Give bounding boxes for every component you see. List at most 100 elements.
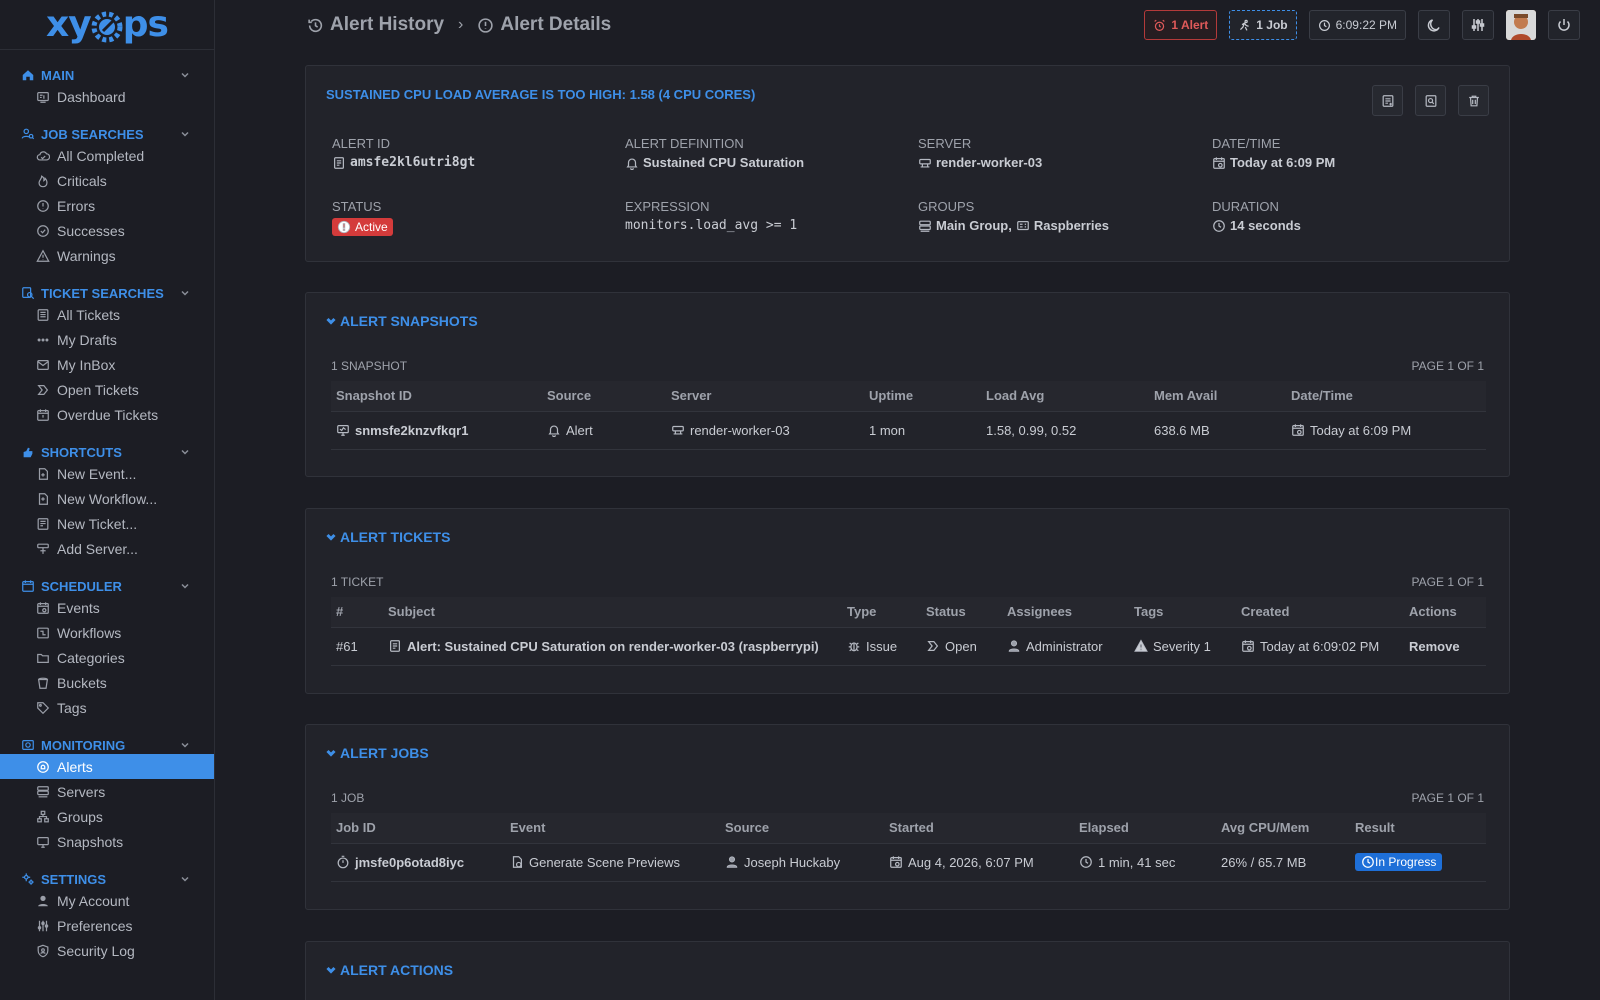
field-value: 14 seconds [1212,218,1301,233]
column-header: Source [720,813,884,844]
sidebar-item-buckets[interactable]: Buckets [0,670,214,695]
sidebar-item-warnings[interactable]: Warnings [0,243,214,268]
sidebar-item-preferences[interactable]: Preferences [0,913,214,938]
header: Alert History › Alert Details 1 Alert 1 … [215,0,1600,50]
sidebar-item-new-workflow[interactable]: New Workflow... [0,486,214,511]
sidebar-item-tags[interactable]: Tags [0,695,214,720]
field-label: Expression [625,199,710,214]
logo[interactable]: xy ps [0,0,214,50]
tickets-toggle[interactable]: Alert Tickets [326,529,450,545]
create-ticket-button[interactable] [1372,85,1403,116]
sidebar-item-all-tickets[interactable]: All Tickets [0,302,214,327]
user-icon [1007,639,1021,653]
snapshot-server-link[interactable]: render-worker-03 [671,423,864,438]
alert-snapshots-box: Alert Snapshots 1 Snapshot Page 1 of 1 S… [305,292,1510,477]
elapsed-text: 1 min, 41 sec [1098,854,1176,870]
chevron-right-icon: › [458,16,464,33]
sidebar-item-events[interactable]: Events [0,595,214,620]
actions-toggle[interactable]: Alert Actions [326,962,453,978]
sidebar-item-my-account[interactable]: My Account [0,888,214,913]
sidebar-item-security-log[interactable]: Security Log [0,938,214,963]
sidebar-item-criticals[interactable]: Criticals [0,168,214,193]
scheduler-icon [21,579,35,593]
sidebar-section-header[interactable]: Scheduler [0,577,214,595]
sidebar-item-add-server[interactable]: Add Server... [0,536,214,561]
sidebar-section-header[interactable]: Main [0,66,214,84]
dark-mode-button[interactable] [1418,10,1450,40]
field-value: Main Group, Raspberries [918,218,1109,233]
sidebar-item-groups[interactable]: Groups [0,804,214,829]
sidebar-item-open-tickets[interactable]: Open Tickets [0,377,214,402]
column-header: Status [921,597,1002,628]
avatar[interactable] [1506,10,1536,40]
load-avg-cell: 1.58, 0.99, 0.52 [981,411,1149,450]
search-jobs-button[interactable] [1415,85,1446,116]
field-value: Today at 6:09 PM [1212,155,1335,170]
jobs-toggle[interactable]: Alert Jobs [326,745,429,761]
check-circle-icon [36,224,50,238]
job-id-link[interactable]: jmsfe0p6otad8iyc [336,855,505,870]
sidebar-item-label: Dashboard [57,88,126,105]
sidebar-item-snapshots[interactable]: Snapshots [0,829,214,854]
sidebar-item-label: Events [57,599,100,616]
alarm-icon [1153,19,1166,32]
jobs-button[interactable]: 1 Job [1229,10,1297,40]
field-alert-definition: Alert Definition Sustained CPU Saturatio… [625,136,804,170]
remove-ticket-button[interactable]: Remove [1404,627,1486,666]
job-search-icon [21,127,35,141]
clock-display: 6:09:22 PM [1308,10,1406,40]
calendar-icon [36,601,50,615]
sidebar-item-successes[interactable]: Successes [0,218,214,243]
sidebar-item-servers[interactable]: Servers [0,779,214,804]
group-link-raspberries[interactable]: Raspberries [1034,218,1109,233]
sidebar-item-categories[interactable]: Categories [0,645,214,670]
sidebar-section-header[interactable]: Shortcuts [0,443,214,461]
sidebar-item-alerts[interactable]: Alerts [0,754,214,779]
sidebar-section-title: Job Searches [41,126,144,142]
settings-sliders-button[interactable] [1462,10,1494,40]
groups-icon [36,810,50,824]
alert-toolbar [1360,85,1489,116]
sidebar-section-header[interactable]: Monitoring [0,736,214,754]
panel-title: Alert Snapshots [340,313,478,329]
sidebar-item-my-inbox[interactable]: My InBox [0,352,214,377]
sidebar-item-workflows[interactable]: Workflows [0,620,214,645]
server-link[interactable]: render-worker-03 [918,155,1042,170]
column-header: Started [884,813,1074,844]
sidebar-section-title: Main [41,67,75,83]
logout-button[interactable] [1548,10,1580,40]
clock-icon [1318,19,1331,32]
sidebar-item-all-completed[interactable]: All Completed [0,143,214,168]
field-label: Alert Definition [625,136,744,151]
sidebar-section-header[interactable]: Job Searches [0,125,214,143]
job-event-link[interactable]: Generate Scene Previews [510,855,720,870]
alert-jobs-box: Alert Jobs 1 Job Page 1 of 1 Job ID Even… [305,724,1510,910]
sidebar-section-header[interactable]: Ticket Searches [0,284,214,302]
sidebar-section-header[interactable]: Settings [0,870,214,888]
delete-alert-button[interactable] [1458,85,1489,116]
sidebar-item-my-drafts[interactable]: My Drafts [0,327,214,352]
sidebar-item-new-event[interactable]: New Event... [0,461,214,486]
snapshot-id: snmsfe2knzvfkqr1 [355,422,469,438]
table-row: #61 Alert: Sustained CPU Saturation on r… [331,627,1486,666]
inbox-icon [36,358,50,372]
sidebar-item-errors[interactable]: Errors [0,193,214,218]
sidebar-item-label: Alerts [57,758,93,775]
search-doc-icon [1424,94,1438,108]
job-id: jmsfe0p6otad8iyc [355,854,465,870]
snapshots-toggle[interactable]: Alert Snapshots [326,313,478,329]
breadcrumb-alert-history[interactable]: Alert History [307,14,444,36]
sidebar-item-dashboard[interactable]: Dashboard [0,84,214,109]
ticket-subject-link[interactable]: Alert: Sustained CPU Saturation on rende… [388,639,842,654]
group-link-main[interactable]: Main Group, [936,218,1012,233]
job-count: 1 Job [1256,18,1288,32]
sidebar-item-overdue-tickets[interactable]: Overdue Tickets [0,402,214,427]
folder-icon [36,651,50,665]
alert-definition-link[interactable]: Sustained CPU Saturation [625,155,804,170]
snapshot-id-link[interactable]: snmsfe2knzvfkqr1 [336,423,542,438]
alerts-button[interactable]: 1 Alert [1144,10,1218,40]
logo-text-left: xy [46,4,92,45]
field-label: Groups [918,199,975,214]
sidebar-item-new-ticket[interactable]: New Ticket... [0,511,214,536]
sidebar-item-label: Groups [57,808,103,825]
